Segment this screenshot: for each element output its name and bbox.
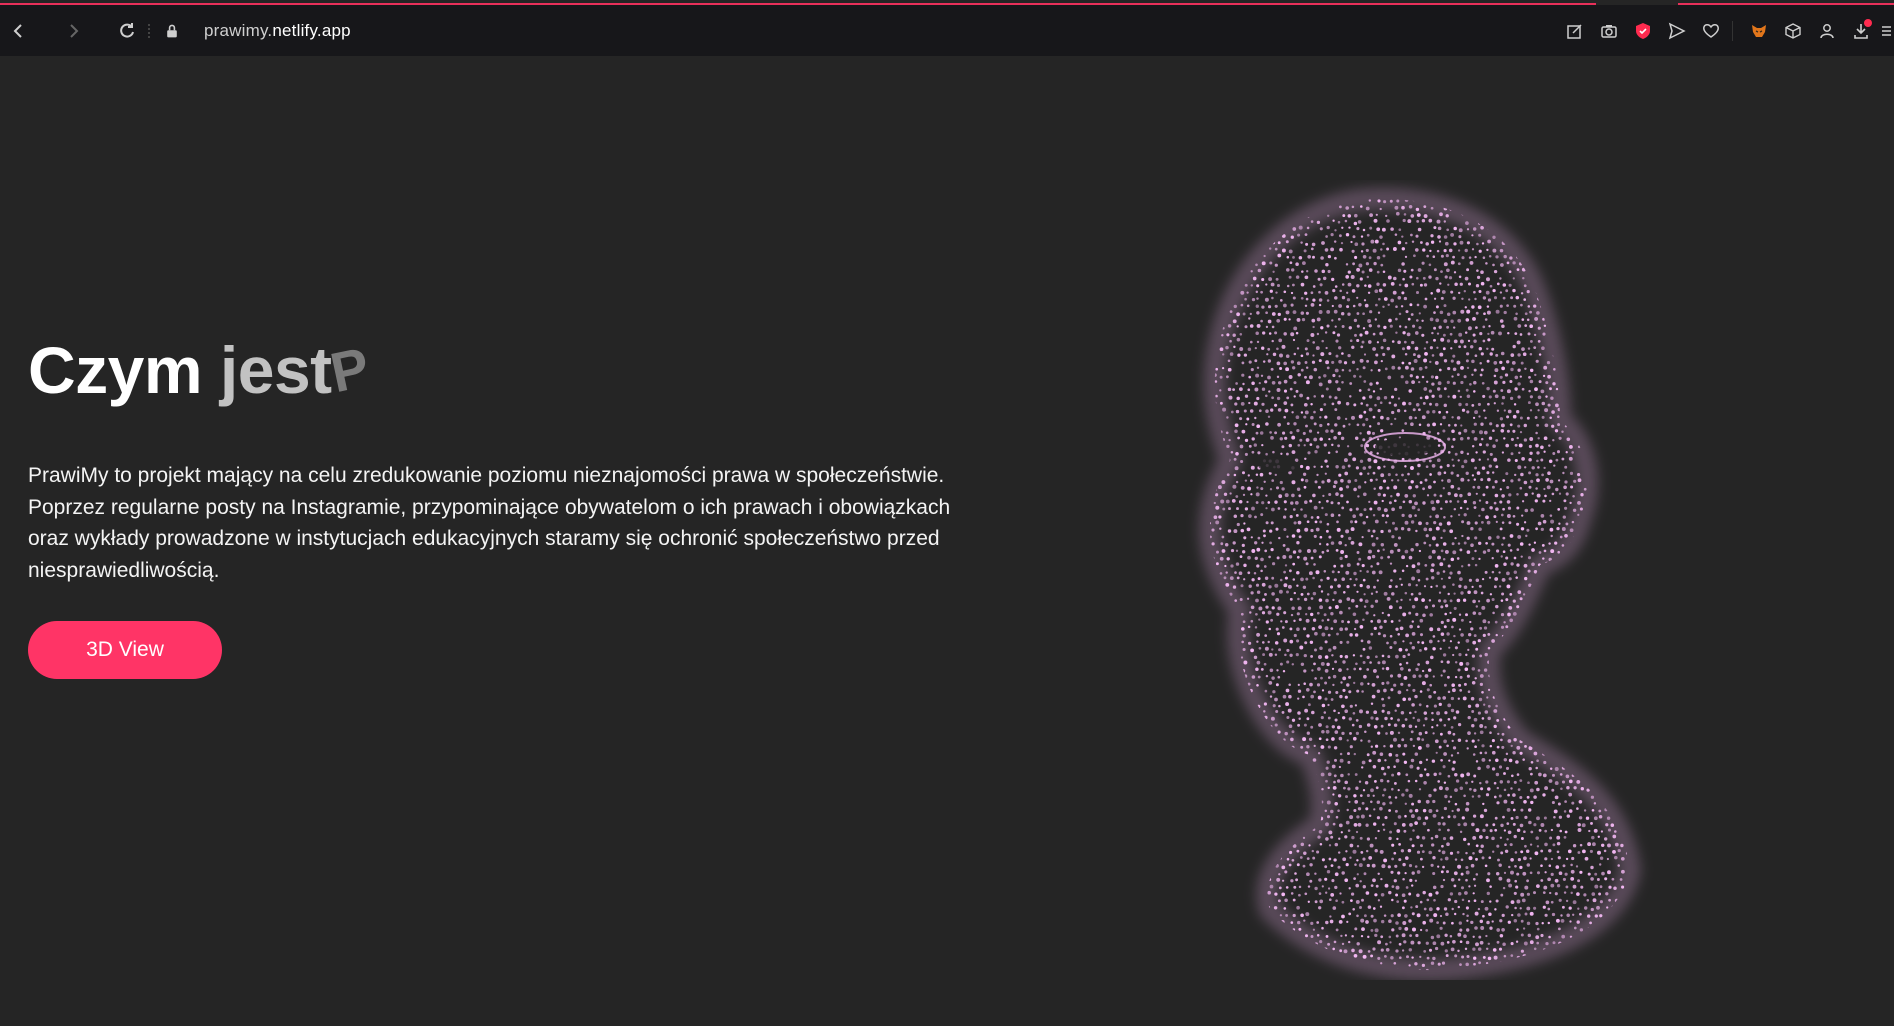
notification-dot xyxy=(1864,18,1872,27)
chevron-left-icon xyxy=(13,23,22,38)
edit-icon[interactable] xyxy=(1558,14,1592,48)
separator xyxy=(148,23,150,38)
back-button[interactable] xyxy=(4,16,34,46)
camera-icon[interactable] xyxy=(1592,14,1626,48)
head-point-cloud xyxy=(1140,180,1660,980)
reload-icon xyxy=(120,22,134,38)
reload-button[interactable] xyxy=(112,16,142,46)
lock-icon[interactable] xyxy=(160,16,184,46)
chevron-right-icon xyxy=(70,23,79,38)
address-bar[interactable]: prawimy.netlify.app xyxy=(204,21,351,41)
title-word: jest xyxy=(219,333,332,407)
cube-icon[interactable] xyxy=(1776,14,1810,48)
download-icon[interactable] xyxy=(1844,14,1878,48)
fox-extension-icon[interactable] xyxy=(1742,14,1776,48)
profile-icon[interactable] xyxy=(1810,14,1844,48)
menu-icon[interactable] xyxy=(1878,14,1894,48)
head-point-cloud-illustration xyxy=(1140,180,1660,980)
3d-view-button[interactable]: 3D View xyxy=(28,621,222,679)
title-word: Czym xyxy=(28,333,203,407)
shield-icon[interactable] xyxy=(1626,14,1660,48)
send-icon[interactable] xyxy=(1660,14,1694,48)
url-host: netlify.app xyxy=(272,20,351,40)
hero-title: Czym jestP xyxy=(28,332,374,408)
heart-icon[interactable] xyxy=(1694,14,1728,48)
browser-toolbar: prawimy.netlify.app xyxy=(0,5,1894,56)
separator xyxy=(1732,20,1742,41)
forward-button[interactable] xyxy=(58,16,88,46)
url-prefix: prawimy. xyxy=(204,20,273,40)
hero-description: PrawiMy to projekt mający na celu zreduk… xyxy=(28,464,951,582)
